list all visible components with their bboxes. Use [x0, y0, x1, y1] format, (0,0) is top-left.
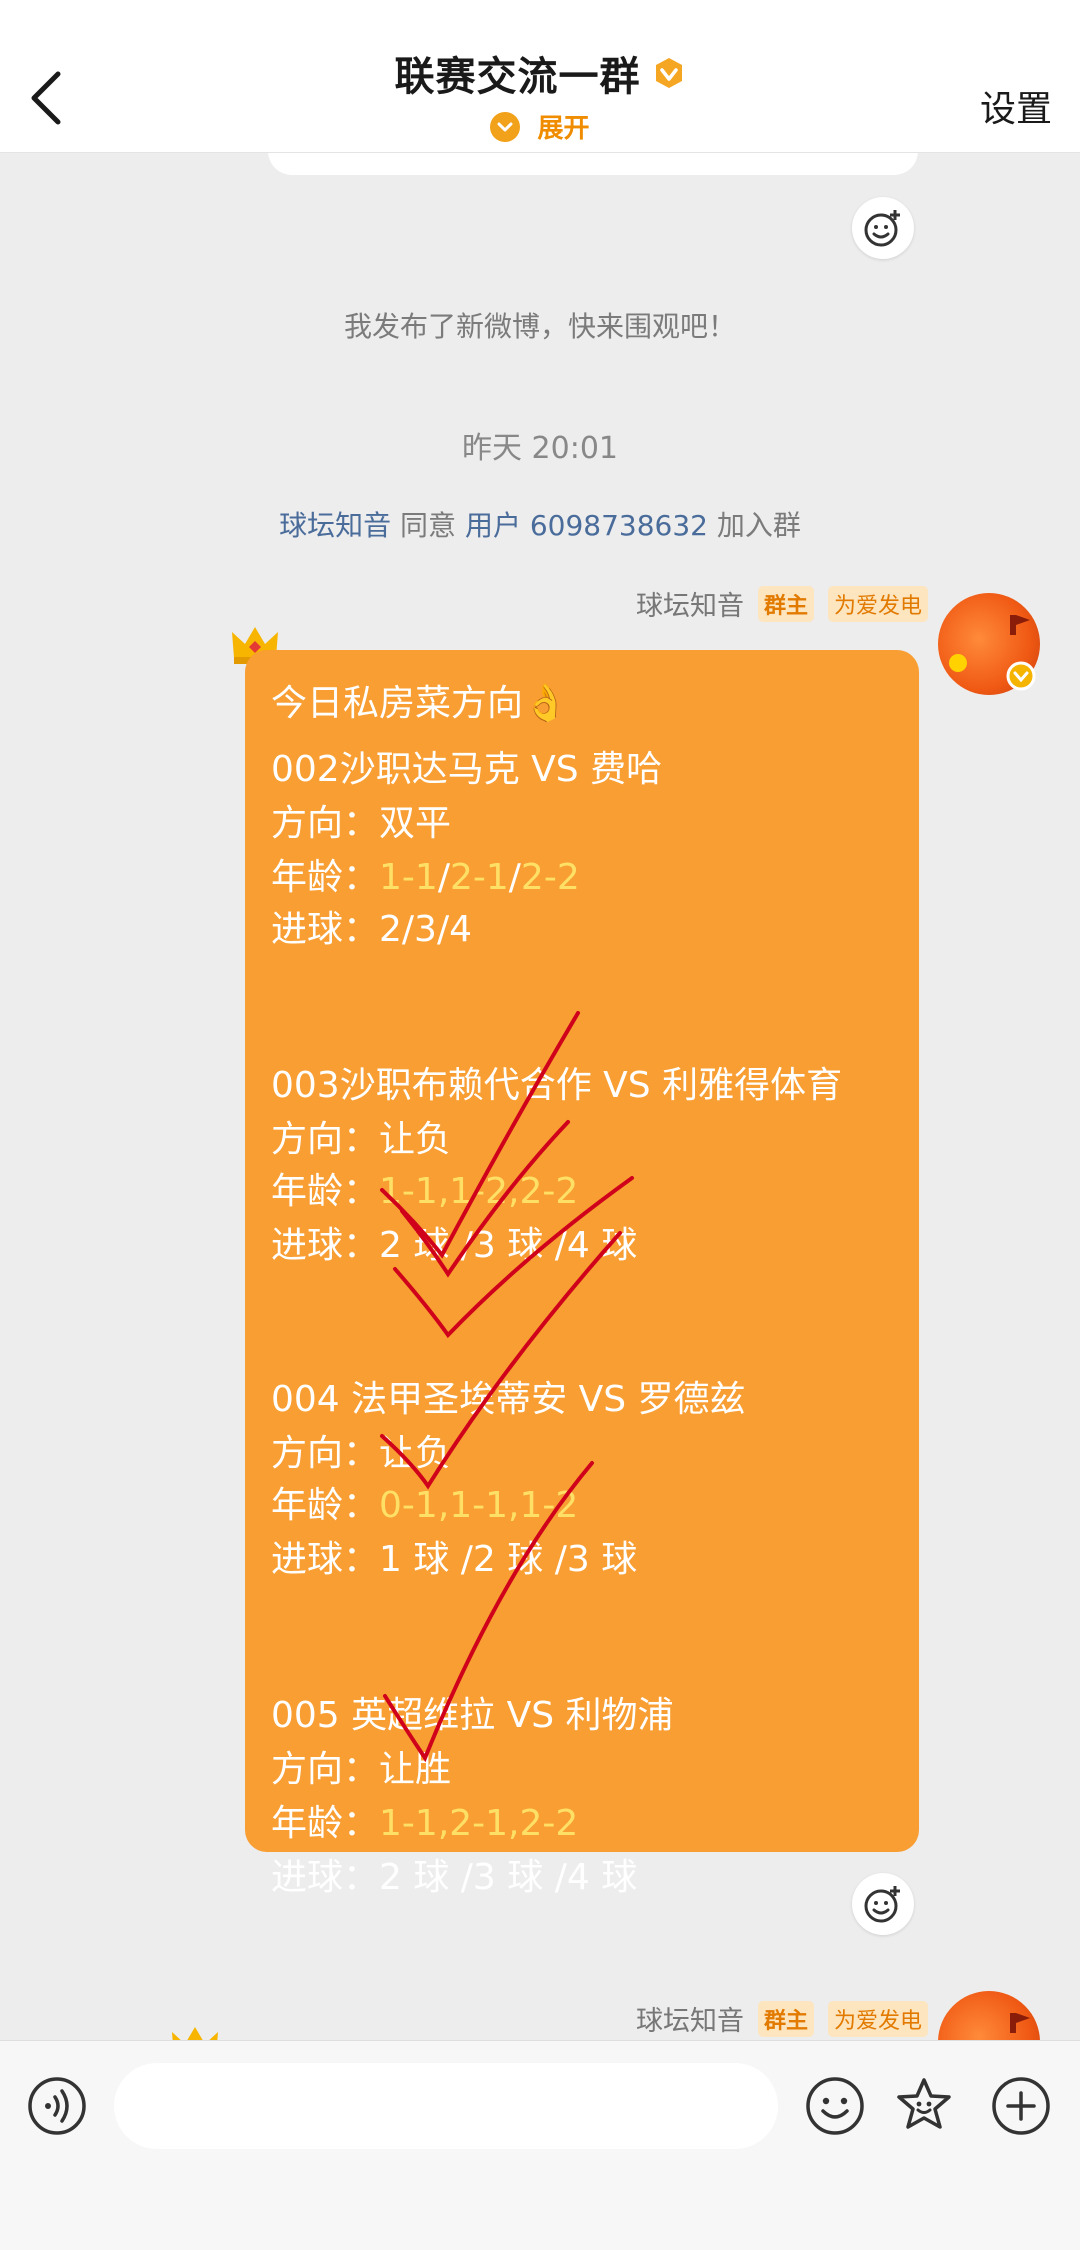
- join-notice: 球坛知音 同意 用户 6098738632 加入群: [0, 504, 1080, 544]
- chevron-down-icon: [490, 111, 521, 142]
- message-line: 进球：2/3/4: [271, 900, 472, 952]
- highlighted-text: 2-1: [449, 857, 509, 898]
- message-line: 方向：双平: [271, 794, 451, 846]
- message-text: /: [508, 857, 521, 898]
- highlighted-text: 0-1,1-1,1-2: [379, 1485, 579, 1526]
- message-bubble[interactable]: 今日私房菜方向👌 002沙职达马克 VS 费哈 方向：双平 年龄：1-1/2-1/2-…: [245, 650, 919, 1898]
- message-line: 方向：让负: [271, 1110, 451, 1162]
- add-reaction-icon: [864, 1886, 900, 1923]
- message-line: 进球：2 球 /3 球 /4 球: [271, 1216, 637, 1268]
- message-line: 005 英超维拉 VS 利物浦: [271, 1686, 674, 1738]
- message-line: 方向：让胜: [271, 1740, 451, 1792]
- sender-row: 球坛知音 群主 为爱发电: [636, 1999, 928, 2038]
- avatar-image: [1010, 2013, 1030, 2033]
- message-text: 进球：2 球 /3 球 /4 球: [271, 1857, 638, 1898]
- message-line: 003沙职布赖代合作 VS 利雅得体育: [271, 1056, 842, 1108]
- highlighted-text: 1-1: [379, 857, 438, 898]
- input-bar: [0, 2040, 1080, 2250]
- expand-label: 展开: [537, 114, 590, 144]
- message-text: 年龄：: [271, 1485, 380, 1526]
- expand-toggle[interactable]: 展开: [0, 108, 1080, 145]
- chat-header: 联赛交流一群 展开 设置: [0, 0, 1080, 153]
- join-verb: 同意: [400, 509, 457, 542]
- plus-icon[interactable]: [990, 2075, 1052, 2137]
- system-message: 我发布了新微博，快来围观吧！: [343, 310, 736, 343]
- verified-badge-icon: [655, 58, 682, 88]
- message-text: /: [437, 857, 450, 898]
- message-text: 进球：2/3/4: [271, 909, 472, 950]
- message-text: 003沙职布赖代合作 VS 利雅得体育: [271, 1065, 843, 1106]
- fan-badge: 为爱发电: [827, 585, 928, 622]
- sticker-icon[interactable]: [893, 2075, 955, 2137]
- approver-link[interactable]: 球坛知音: [279, 509, 391, 542]
- emoji-icon[interactable]: [804, 2075, 866, 2137]
- message-text: 005 英超维拉 VS 利物浦: [271, 1695, 674, 1736]
- message-text: 002沙职达马克 VS 费哈: [271, 749, 663, 790]
- message-text: 年龄：: [271, 1803, 380, 1844]
- highlighted-text: 2-2: [520, 857, 580, 898]
- verified-badge-icon: [1006, 661, 1036, 691]
- settings-button[interactable]: 设置: [980, 80, 1052, 132]
- message-line: 方向：让负: [271, 1424, 451, 1476]
- add-reaction-button[interactable]: [852, 197, 914, 259]
- avatar[interactable]: [938, 1991, 1040, 2040]
- message-line: 进球：2 球 /3 球 /4 球: [271, 1848, 637, 1900]
- owner-badge: 群主: [757, 585, 814, 622]
- message-text: 今日私房菜方向👌: [271, 683, 568, 724]
- title-area: 联赛交流一群: [0, 44, 1080, 102]
- sender-row: 球坛知音 群主 为爱发电: [636, 584, 928, 623]
- highlighted-text: 1-1,1-2,2-2: [379, 1171, 579, 1212]
- message-line: 进球：1 球 /2 球 /3 球: [271, 1530, 637, 1582]
- message-line: 年龄：1-1/2-1/2-2: [271, 848, 580, 900]
- message-text: 方向：让胜: [271, 1749, 452, 1790]
- message-text: 方向：让负: [271, 1119, 452, 1160]
- sender-name[interactable]: 球坛知音: [636, 1999, 744, 2038]
- crown-icon: [172, 2027, 218, 2040]
- message-text: 方向：双平: [271, 803, 452, 844]
- message-line: 年龄：1-1,2-1,2-2: [271, 1794, 578, 1846]
- message-line: 今日私房菜方向👌: [271, 674, 568, 726]
- add-reaction-icon: [864, 210, 900, 247]
- message-text: 进球：1 球 /2 球 /3 球: [271, 1539, 638, 1580]
- highlighted-text: 1-1,2-1,2-2: [379, 1803, 579, 1844]
- message-line: 年龄：0-1,1-1,1-2: [271, 1476, 578, 1528]
- chat-title: 联赛交流一群: [394, 54, 641, 100]
- message-text: 004 法甲圣埃蒂安 VS 罗德兹: [271, 1379, 746, 1420]
- message-text: 方向：让负: [271, 1433, 452, 1474]
- message-line: 004 法甲圣埃蒂安 VS 罗德兹: [271, 1370, 746, 1422]
- add-reaction-button[interactable]: [852, 1873, 914, 1935]
- voice-icon[interactable]: [26, 2075, 88, 2137]
- previous-message-card[interactable]: [268, 153, 918, 175]
- message-text: 年龄：: [271, 1171, 380, 1212]
- message-line: 年龄：1-1,1-2,2-2: [271, 1162, 578, 1214]
- join-suffix: 加入群: [716, 509, 801, 542]
- fan-badge: 为爱发电: [827, 2000, 928, 2037]
- message-input[interactable]: [114, 2063, 778, 2149]
- message-text: 进球：2 球 /3 球 /4 球: [271, 1225, 638, 1266]
- message-list[interactable]: 我发布了新微博，快来围观吧！ 昨天 20:01 球坛知音 同意 用户 60987…: [0, 153, 1080, 2040]
- owner-badge: 群主: [757, 2000, 814, 2037]
- joined-user-link[interactable]: 用户 6098738632: [465, 509, 708, 542]
- message-text: 年龄：: [271, 857, 380, 898]
- message-line: 002沙职达马克 VS 费哈: [271, 740, 662, 792]
- sender-name[interactable]: 球坛知音: [636, 584, 744, 623]
- timestamp: 昨天 20:01: [462, 431, 618, 466]
